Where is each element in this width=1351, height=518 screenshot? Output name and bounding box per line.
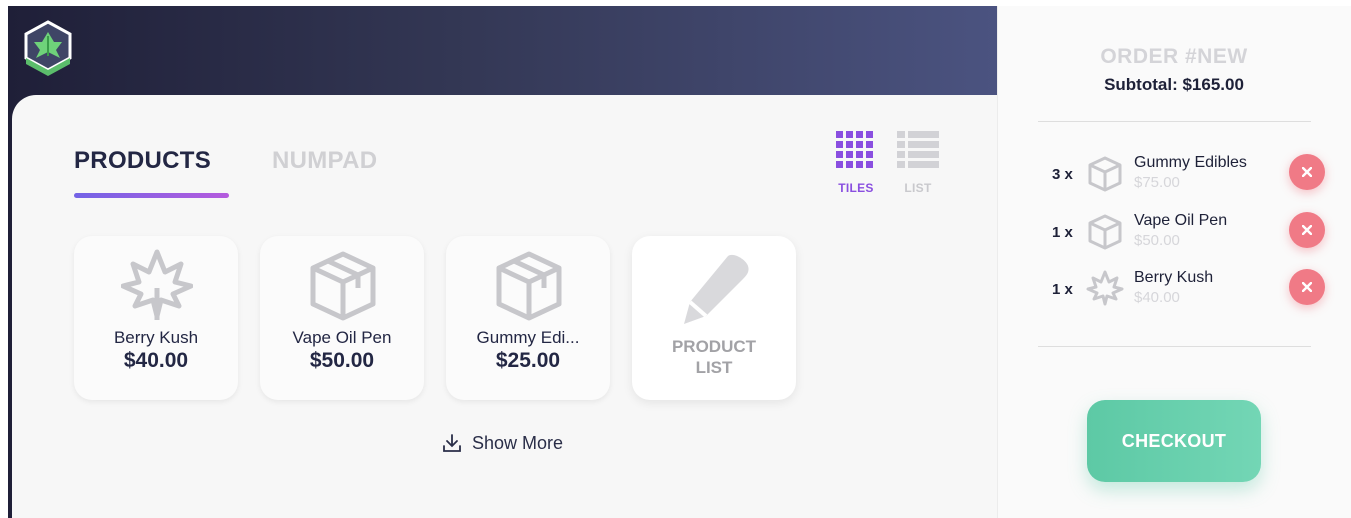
order-subtotal: Subtotal: $165.00 bbox=[1104, 75, 1244, 94]
product-tile-berry-kush[interactable]: Berry Kush $40.00 bbox=[74, 236, 238, 400]
checkout-button[interactable]: CHECKOUT bbox=[1087, 400, 1261, 482]
list-icon bbox=[897, 131, 939, 168]
divider bbox=[1038, 121, 1311, 122]
order-title: ORDER #NEW bbox=[1100, 45, 1248, 68]
item-name: Berry Kush bbox=[1134, 269, 1214, 286]
product-list-label: PRODUCT LIST bbox=[671, 337, 757, 377]
close-icon bbox=[1302, 225, 1312, 235]
item-price: $50.00 bbox=[1134, 232, 1180, 249]
product-price: $50.00 bbox=[309, 349, 375, 372]
product-name: Berry Kush bbox=[113, 328, 199, 347]
view-tiles-toggle[interactable]: TILES bbox=[831, 130, 881, 195]
active-tab-indicator bbox=[74, 193, 229, 198]
product-tile-vape-oil-pen[interactable]: Vape Oil Pen $50.00 bbox=[260, 236, 424, 400]
tab-numpad[interactable]: NUMPAD bbox=[272, 147, 377, 175]
item-quantity: 1 x bbox=[1052, 224, 1073, 241]
download-icon bbox=[443, 434, 461, 452]
view-list-label: LIST bbox=[904, 181, 932, 195]
product-list-tile[interactable]: PRODUCT LIST bbox=[632, 236, 796, 400]
cannabis-leaf-icon bbox=[1086, 270, 1124, 313]
view-list-toggle[interactable]: LIST bbox=[893, 130, 943, 195]
product-price: $40.00 bbox=[123, 349, 189, 372]
remove-item-button[interactable] bbox=[1289, 154, 1325, 190]
box-icon bbox=[307, 248, 379, 329]
item-price: $40.00 bbox=[1134, 289, 1180, 306]
box-icon bbox=[493, 248, 565, 329]
show-more-label: Show More bbox=[472, 432, 564, 453]
close-icon bbox=[1302, 282, 1312, 292]
product-price: $25.00 bbox=[495, 349, 561, 372]
cannabis-leaf-icon bbox=[120, 248, 194, 329]
cart-item: 1 x Berry Kush $40.00 bbox=[1040, 267, 1330, 311]
divider bbox=[1038, 346, 1311, 347]
pencil-icon bbox=[676, 252, 752, 333]
app-logo[interactable] bbox=[22, 20, 74, 78]
product-name: Vape Oil Pen bbox=[292, 328, 392, 347]
product-tile-gummy-edibles[interactable]: Gummy Edi... $25.00 bbox=[446, 236, 610, 400]
remove-item-button[interactable] bbox=[1289, 269, 1325, 305]
cart-item: 3 x Gummy Edibles $75.00 bbox=[1040, 152, 1330, 196]
item-name: Gummy Edibles bbox=[1134, 154, 1247, 171]
product-name: Gummy Edi... bbox=[476, 328, 580, 347]
box-icon bbox=[1086, 155, 1124, 198]
item-quantity: 1 x bbox=[1052, 281, 1073, 298]
view-tiles-label: TILES bbox=[838, 181, 874, 195]
item-price: $75.00 bbox=[1134, 174, 1180, 191]
grid-icon bbox=[836, 131, 873, 168]
item-name: Vape Oil Pen bbox=[1134, 212, 1228, 229]
item-quantity: 3 x bbox=[1052, 166, 1073, 183]
box-icon bbox=[1086, 213, 1124, 256]
tab-products[interactable]: PRODUCTS bbox=[74, 147, 211, 175]
remove-item-button[interactable] bbox=[1289, 212, 1325, 248]
close-icon bbox=[1302, 167, 1312, 177]
pos-app: PRODUCTS NUMPAD TILES LIST Berry Kush $4… bbox=[0, 0, 1351, 518]
cart-item: 1 x Vape Oil Pen $50.00 bbox=[1040, 210, 1330, 254]
show-more-link[interactable]: Show More bbox=[442, 432, 563, 454]
